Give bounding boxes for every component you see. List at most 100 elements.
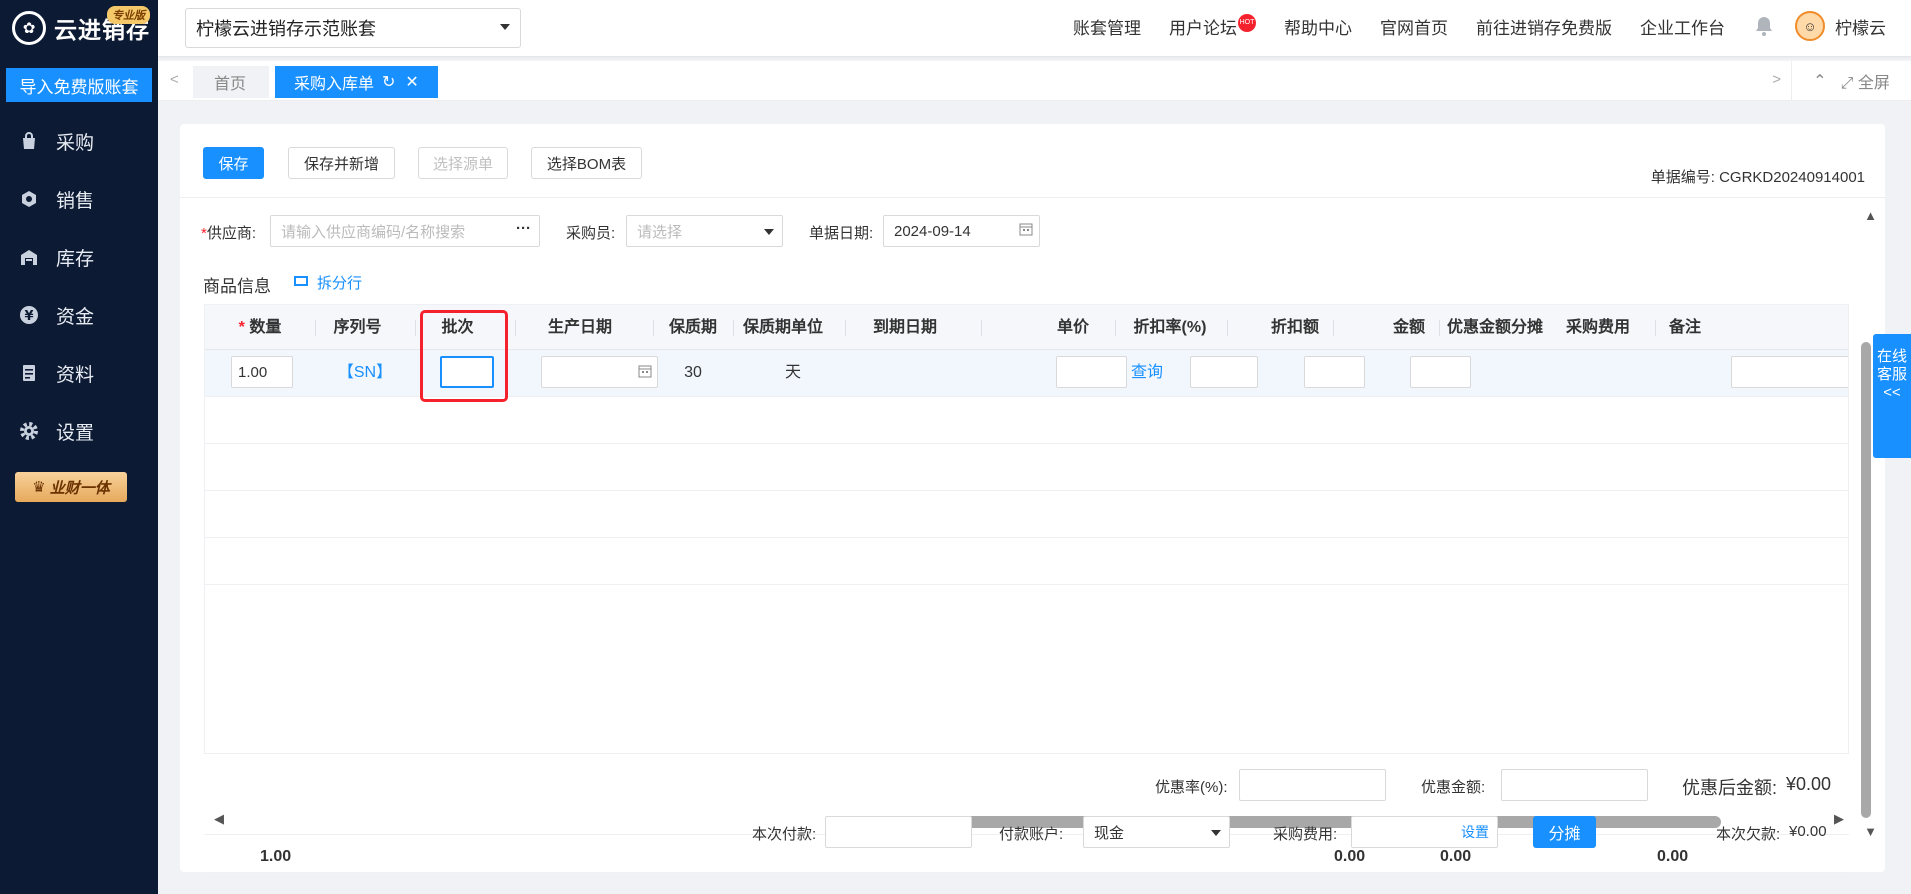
table-row bbox=[205, 444, 1848, 491]
amount-input[interactable] bbox=[1410, 356, 1471, 388]
close-icon[interactable]: ✕ bbox=[405, 72, 418, 92]
sidebar-item-inventory[interactable]: 库存 bbox=[0, 228, 158, 286]
import-free-account-button[interactable]: 导入免费版账套 bbox=[6, 68, 152, 102]
sidebar-item-settings[interactable]: 设置 bbox=[0, 402, 158, 460]
doc-no-label: 单据编号: bbox=[1650, 169, 1715, 186]
col-unit-price: 单价 bbox=[1056, 319, 1089, 336]
table-row bbox=[205, 538, 1848, 585]
split-row-label: 拆分行 bbox=[317, 275, 363, 292]
link-enterprise-workbench[interactable]: 企业工作台 bbox=[1640, 14, 1725, 39]
serial-link[interactable]: 【SN】 bbox=[325, 350, 405, 395]
calendar-icon[interactable] bbox=[1019, 222, 1033, 240]
sidebar-item-funds[interactable]: ¥ 资金 bbox=[0, 286, 158, 344]
scroll-right-icon[interactable]: ▶ bbox=[1834, 811, 1844, 827]
total-purchase-fee: 0.00 bbox=[1657, 848, 1689, 865]
debt-label: 本次欠款: bbox=[1716, 826, 1781, 843]
link-user-forum[interactable]: 用户论坛 HOT bbox=[1169, 13, 1256, 39]
expand-icon: ⤢ bbox=[1840, 75, 1854, 92]
unit-price-input[interactable] bbox=[1056, 356, 1127, 388]
sidebar-item-label: 设置 bbox=[56, 422, 95, 444]
logo-icon: ✿ bbox=[12, 11, 46, 45]
table-row bbox=[205, 491, 1848, 538]
col-amount: 金额 bbox=[1392, 319, 1425, 336]
production-date-input[interactable] bbox=[541, 356, 658, 388]
tab-bar: < 首页 采购入库单 ↻ ✕ > ⌃ ⤢ 全屏 bbox=[158, 61, 1911, 101]
link-free-version[interactable]: 前往进销存免费版 bbox=[1476, 14, 1612, 39]
svg-text:¥: ¥ bbox=[24, 309, 33, 324]
payment-field[interactable] bbox=[825, 816, 972, 848]
supplier-input[interactable]: 请输入供应商编码/名称搜索 ··· bbox=[270, 215, 540, 247]
save-button[interactable]: 保存 bbox=[203, 147, 264, 179]
bag-icon bbox=[18, 130, 40, 152]
buyer-placeholder: 请选择 bbox=[637, 223, 683, 241]
discount-rate-field[interactable] bbox=[1239, 769, 1386, 801]
sidebar-item-sales[interactable]: 销售 bbox=[0, 170, 158, 228]
select-source-button[interactable]: 选择源单 bbox=[418, 147, 508, 179]
quantity-input[interactable]: 1.00 bbox=[231, 356, 293, 388]
payment-account-select[interactable]: 现金 bbox=[1083, 816, 1230, 848]
sidebar-item-data[interactable]: 资料 bbox=[0, 344, 158, 402]
sidebar-item-purchase[interactable]: 采购 bbox=[0, 112, 158, 170]
link-official-site[interactable]: 官网首页 bbox=[1380, 14, 1448, 39]
discount-amount-input[interactable] bbox=[1304, 356, 1365, 388]
query-link[interactable]: 查询 bbox=[1131, 350, 1171, 395]
avatar[interactable]: ☺ bbox=[1795, 11, 1825, 41]
col-expiry-date: 到期日期 bbox=[872, 319, 937, 336]
pro-badge: 专业版 bbox=[107, 6, 150, 24]
scroll-left-icon[interactable]: ◀ bbox=[214, 811, 224, 827]
chevron-right-icon[interactable]: > bbox=[1772, 71, 1781, 88]
crown-icon: ♛ bbox=[32, 479, 46, 496]
sidebar-item-label: 库存 bbox=[56, 248, 95, 270]
chevron-left-icon[interactable]: < bbox=[170, 71, 179, 88]
remark-input[interactable] bbox=[1731, 356, 1848, 388]
payment-label: 本次付款: bbox=[752, 826, 817, 843]
online-service-widget[interactable]: 在线客服<< bbox=[1873, 334, 1911, 458]
batch-highlight bbox=[420, 310, 508, 402]
more-icon[interactable]: ··· bbox=[516, 220, 531, 237]
sidebar: ✿ 云进销存 专业版 导入免费版账套 采购 销售 库存 ¥ 资金 资料 设置 ♛… bbox=[0, 0, 158, 894]
table-row bbox=[205, 397, 1848, 444]
link-account-management[interactable]: 账套管理 bbox=[1073, 14, 1141, 39]
refresh-icon[interactable]: ↻ bbox=[382, 72, 395, 92]
save-new-button[interactable]: 保存并新增 bbox=[288, 147, 395, 179]
fullscreen-button[interactable]: ⤢ 全屏 bbox=[1841, 69, 1890, 93]
caiwu-label: 业财一体 bbox=[49, 479, 110, 497]
shelf-unit-value: 天 bbox=[784, 364, 801, 381]
buyer-label: 采购员: bbox=[566, 225, 616, 242]
vertical-scrollbar[interactable] bbox=[1861, 342, 1871, 818]
date-input[interactable]: 2024-09-14 bbox=[883, 215, 1040, 247]
link-user-forum-label: 用户论坛 bbox=[1169, 18, 1237, 38]
calendar-icon[interactable] bbox=[638, 364, 652, 382]
split-row-button[interactable]: 拆分行 bbox=[293, 272, 362, 293]
tab-home[interactable]: 首页 bbox=[193, 66, 269, 98]
sidebar-nav: 采购 销售 库存 ¥ 资金 资料 设置 bbox=[0, 112, 158, 460]
top-bar: 柠檬云进销存示范账套 账套管理 用户论坛 HOT 帮助中心 官网首页 前往进销存免… bbox=[158, 0, 1911, 56]
main-panel: 保存 保存并新增 选择源单 选择BOM表 单据编号: CGRKD20240914… bbox=[180, 124, 1885, 878]
col-discount-rate: 折扣率(%) bbox=[1133, 319, 1207, 336]
chevron-down-icon bbox=[764, 229, 774, 235]
caiwu-integration-button[interactable]: ♛ 业财一体 bbox=[15, 472, 127, 502]
select-bom-button[interactable]: 选择BOM表 bbox=[531, 147, 642, 179]
link-help-center[interactable]: 帮助中心 bbox=[1284, 14, 1352, 39]
allocate-button[interactable]: 分摊 bbox=[1533, 816, 1596, 848]
scroll-up-icon[interactable]: ▲ bbox=[1864, 208, 1877, 223]
account-select[interactable]: 柠檬云进销存示范账套 bbox=[185, 8, 521, 48]
purchase-fee-label: 采购费用: bbox=[1273, 826, 1338, 843]
purchase-fee-settings-link[interactable]: 设置 bbox=[1461, 822, 1489, 842]
supplier-label: *供应商: bbox=[201, 225, 257, 242]
tab-purchase-receipt[interactable]: 采购入库单 ↻ ✕ bbox=[275, 66, 438, 98]
scroll-down-icon[interactable]: ▼ bbox=[1864, 824, 1877, 839]
fullscreen-label: 全屏 bbox=[1857, 75, 1890, 92]
date-label: 单据日期: bbox=[809, 225, 874, 242]
document-icon bbox=[18, 362, 40, 384]
user-name[interactable]: 柠檬云 bbox=[1835, 14, 1886, 39]
document-number: 单据编号: CGRKD20240914001 bbox=[1651, 166, 1865, 187]
buyer-select[interactable]: 请选择 bbox=[626, 215, 783, 247]
bell-icon[interactable] bbox=[1753, 15, 1775, 37]
app-logo[interactable]: ✿ 云进销存 专业版 bbox=[0, 0, 158, 56]
collapse-icon[interactable]: ⌃ bbox=[1813, 71, 1826, 91]
discount-amount-field[interactable] bbox=[1501, 769, 1648, 801]
discount-rate-input[interactable] bbox=[1190, 356, 1258, 388]
discount-amount-label: 优惠金额: bbox=[1421, 779, 1486, 796]
purchase-fee-field[interactable]: 设置 bbox=[1351, 816, 1498, 848]
